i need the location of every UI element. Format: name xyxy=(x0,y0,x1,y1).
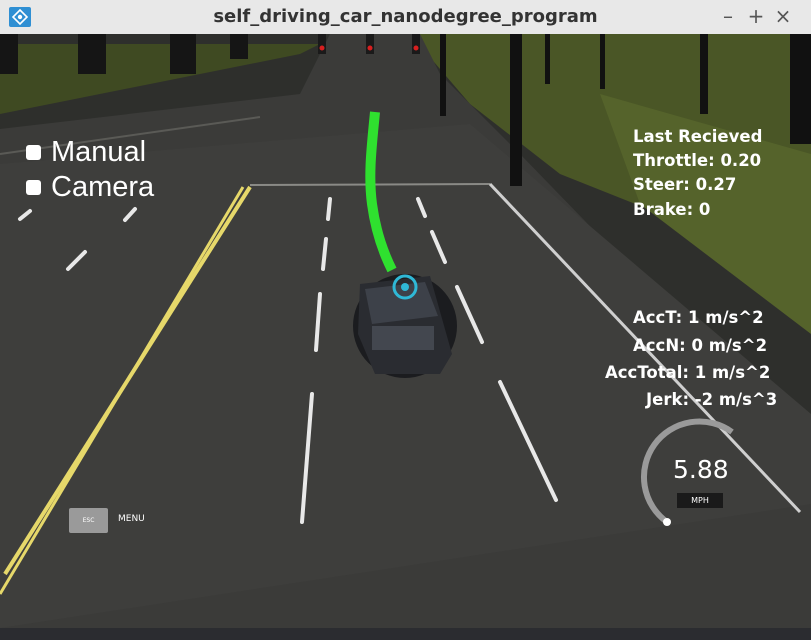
throttle-readout: Throttle: 0.20 xyxy=(633,151,762,170)
manual-checkbox[interactable] xyxy=(26,145,41,160)
simulator-viewport[interactable] xyxy=(0,34,811,628)
close-button[interactable]: × xyxy=(772,5,794,27)
speed-unit: MPH xyxy=(677,493,723,508)
acc-total-readout: AccTotal: 1 m/s^2 xyxy=(605,363,771,382)
window-title: self_driving_car_nanodegree_program xyxy=(213,6,598,27)
manual-toggle[interactable]: Manual xyxy=(26,136,146,169)
acc-n-readout: AccN: 0 m/s^2 xyxy=(633,336,768,355)
steer-readout: Steer: 0.27 xyxy=(633,175,737,194)
menu-label: MENU xyxy=(118,514,145,524)
window-bottom-border xyxy=(0,628,811,640)
brake-readout: Brake: 0 xyxy=(633,200,711,219)
telemetry-heading: Last Recieved xyxy=(633,127,763,146)
camera-label: Camera xyxy=(51,171,155,203)
camera-checkbox[interactable] xyxy=(26,180,41,195)
manual-label: Manual xyxy=(51,136,147,168)
maximize-button[interactable]: + xyxy=(745,5,767,27)
acc-t-readout: AccT: 1 m/s^2 xyxy=(633,308,764,327)
ego-car xyxy=(353,274,457,378)
camera-toggle[interactable]: Camera xyxy=(26,171,154,204)
esc-button[interactable]: ESC xyxy=(69,508,108,533)
window-titlebar: self_driving_car_nanodegree_program – + … xyxy=(0,0,811,35)
jerk-readout: Jerk: -2 m/s^3 xyxy=(646,390,778,409)
minimize-button[interactable]: – xyxy=(717,5,739,27)
speed-value: 5.88 xyxy=(673,455,729,484)
